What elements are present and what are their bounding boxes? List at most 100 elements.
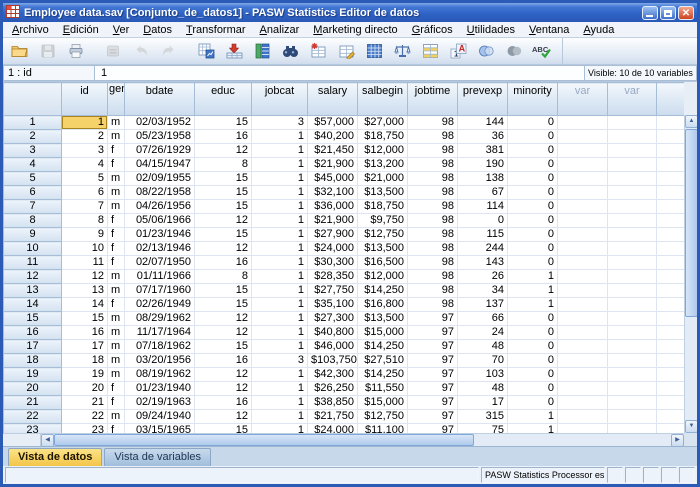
cell-salbegin[interactable]: $13,200 — [358, 158, 408, 172]
cell-salbegin[interactable]: $15,000 — [358, 326, 408, 340]
cell-id[interactable]: 20 — [62, 382, 108, 396]
cell-jobcat[interactable]: 1 — [252, 368, 308, 382]
cell-var[interactable] — [558, 424, 608, 434]
cell-bdate[interactable]: 04/26/1956 — [125, 200, 195, 214]
cell-salbegin[interactable]: $14,250 — [358, 284, 408, 298]
cell-jobtime[interactable]: 98 — [408, 214, 458, 228]
cell-var[interactable] — [558, 354, 608, 368]
cell-salbegin[interactable]: $11,550 — [358, 382, 408, 396]
cell-educ[interactable]: 12 — [195, 382, 252, 396]
cell-bdate[interactable]: 08/29/1962 — [125, 312, 195, 326]
cell-prevexp[interactable]: 381 — [458, 144, 508, 158]
row-header-8[interactable]: 8 — [4, 214, 62, 228]
scroll-right-icon[interactable]: ▶ — [671, 434, 684, 447]
cell-prevexp[interactable]: 26 — [458, 270, 508, 284]
menu-item-ayuda[interactable]: Ayuda — [576, 23, 621, 37]
cell-gender[interactable]: f — [108, 158, 125, 172]
cell-var[interactable] — [608, 158, 657, 172]
cell-bdate[interactable]: 01/23/1940 — [125, 382, 195, 396]
column-header-var-1[interactable]: var — [558, 83, 608, 116]
column-header-educ[interactable]: educ — [195, 83, 252, 116]
cell-salary[interactable]: $35,100 — [308, 298, 358, 312]
row-header-19[interactable]: 19 — [4, 368, 62, 382]
cell-jobtime[interactable]: 98 — [408, 228, 458, 242]
minimize-button[interactable] — [642, 6, 658, 20]
cell-salbegin[interactable]: $27,510 — [358, 354, 408, 368]
cell-minority[interactable]: 0 — [508, 340, 558, 354]
cell-editor[interactable]: 1 — [95, 65, 585, 81]
cell-var[interactable] — [558, 158, 608, 172]
cell-educ[interactable]: 12 — [195, 144, 252, 158]
column-header-minority[interactable]: minority — [508, 83, 558, 116]
cell-salary[interactable]: $26,250 — [308, 382, 358, 396]
cell-jobtime[interactable]: 97 — [408, 354, 458, 368]
cell-jobcat[interactable]: 1 — [252, 270, 308, 284]
horizontal-scroll-thumb[interactable] — [54, 434, 474, 446]
row-header-3[interactable]: 3 — [4, 144, 62, 158]
cell-salary[interactable]: $21,900 — [308, 214, 358, 228]
menu-item-transformar[interactable]: Transformar — [179, 23, 253, 37]
cell-salbegin[interactable]: $12,750 — [358, 228, 408, 242]
cell-salary[interactable]: $40,200 — [308, 130, 358, 144]
goto-chart-icon[interactable] — [192, 40, 220, 63]
cell-gender[interactable]: m — [108, 410, 125, 424]
cell-gender[interactable]: m — [108, 130, 125, 144]
cell-jobcat[interactable]: 1 — [252, 158, 308, 172]
scroll-down-icon[interactable]: ▼ — [685, 420, 698, 433]
cell-jobtime[interactable]: 98 — [408, 284, 458, 298]
cell-educ[interactable]: 16 — [195, 396, 252, 410]
cell-gender[interactable]: f — [108, 214, 125, 228]
column-header-jobcat[interactable]: jobcat — [252, 83, 308, 116]
vertical-scroll-thumb[interactable] — [685, 129, 698, 317]
cell-id[interactable]: 2 — [62, 130, 108, 144]
cell-bdate[interactable]: 02/03/1952 — [125, 116, 195, 130]
cell-var[interactable] — [608, 396, 657, 410]
cell-educ[interactable]: 16 — [195, 130, 252, 144]
menu-item-datos[interactable]: Datos — [136, 23, 179, 37]
cell-var[interactable] — [558, 256, 608, 270]
cell-educ[interactable]: 12 — [195, 312, 252, 326]
menu-item-graficos[interactable]: Gráficos — [405, 23, 460, 37]
cell-salary[interactable]: $24,000 — [308, 242, 358, 256]
cell-jobcat[interactable]: 1 — [252, 410, 308, 424]
cell-bdate[interactable]: 01/23/1946 — [125, 228, 195, 242]
cell-var[interactable] — [608, 144, 657, 158]
cell-minority[interactable]: 0 — [508, 256, 558, 270]
use-variable-sets-icon[interactable] — [472, 40, 500, 63]
cell-jobtime[interactable]: 97 — [408, 312, 458, 326]
cell-id[interactable]: 5 — [62, 172, 108, 186]
cell-var[interactable] — [608, 116, 657, 130]
cell-var[interactable] — [558, 270, 608, 284]
cell-var[interactable] — [558, 298, 608, 312]
cell-educ[interactable]: 8 — [195, 158, 252, 172]
maximize-button[interactable] — [660, 6, 676, 20]
cell-educ[interactable]: 12 — [195, 410, 252, 424]
cell-minority[interactable]: 0 — [508, 382, 558, 396]
cell-jobtime[interactable]: 98 — [408, 298, 458, 312]
cell-bdate[interactable]: 07/26/1929 — [125, 144, 195, 158]
menu-item-utilidades[interactable]: Utilidades — [460, 23, 522, 37]
cell-minority[interactable]: 1 — [508, 298, 558, 312]
cell-var[interactable] — [558, 368, 608, 382]
cell-id[interactable]: 23 — [62, 424, 108, 434]
cell-prevexp[interactable]: 24 — [458, 326, 508, 340]
cell-id[interactable]: 1 — [62, 116, 108, 130]
cell-jobcat[interactable]: 1 — [252, 144, 308, 158]
cell-id[interactable]: 21 — [62, 396, 108, 410]
find-icon[interactable] — [276, 40, 304, 63]
cell-bdate[interactable]: 05/06/1966 — [125, 214, 195, 228]
cell-prevexp[interactable]: 17 — [458, 396, 508, 410]
cell-educ[interactable]: 15 — [195, 424, 252, 434]
cell-id[interactable]: 4 — [62, 158, 108, 172]
cell-salbegin[interactable]: $14,250 — [358, 368, 408, 382]
cell-bdate[interactable]: 08/22/1958 — [125, 186, 195, 200]
cell-jobcat[interactable]: 1 — [252, 396, 308, 410]
cell-gender[interactable]: f — [108, 298, 125, 312]
cell-prevexp[interactable]: 103 — [458, 368, 508, 382]
row-header-22[interactable]: 22 — [4, 410, 62, 424]
cell-minority[interactable]: 0 — [508, 242, 558, 256]
cell-minority[interactable]: 0 — [508, 214, 558, 228]
spell-check-icon[interactable]: ABC — [528, 40, 556, 63]
cell-id[interactable]: 12 — [62, 270, 108, 284]
cell-prevexp[interactable]: 244 — [458, 242, 508, 256]
